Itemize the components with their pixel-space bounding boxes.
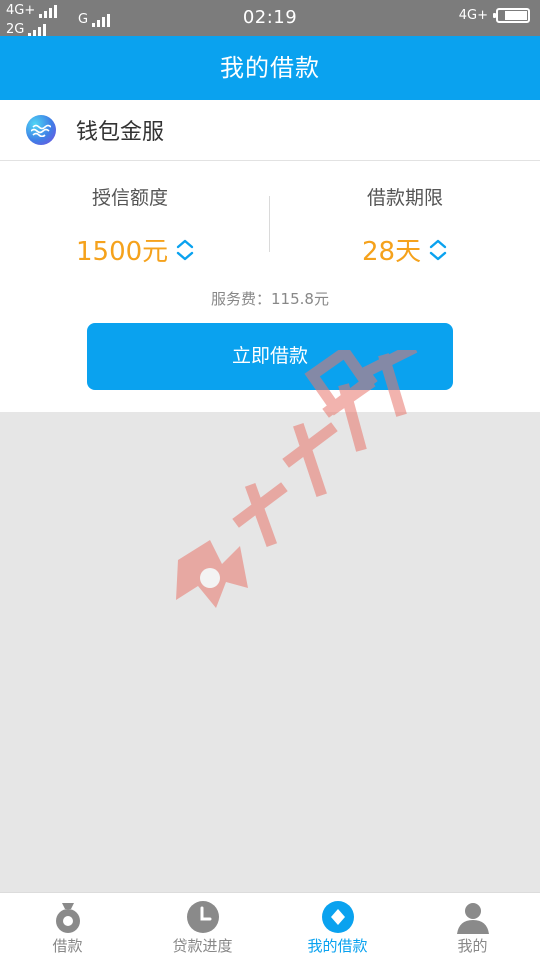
up-down-chevron-icon: [429, 239, 447, 260]
network-type-right: 4G+: [458, 8, 488, 23]
tab-loan-progress[interactable]: 贷款进度: [135, 893, 270, 960]
provider-row: 钱包金服: [0, 100, 540, 161]
service-fee-text: 服务费：115.8元: [211, 290, 329, 308]
page-title: 我的借款: [0, 36, 540, 100]
tab-label: 贷款进度: [172, 937, 233, 955]
status-right: 4G+: [459, 8, 530, 23]
user-icon: [456, 903, 489, 934]
provider-name: 钱包金服: [76, 120, 165, 145]
clock-icon: [186, 901, 219, 933]
credit-amount-selector[interactable]: 1500元: [76, 231, 196, 268]
tab-my-loans[interactable]: 我的借款: [270, 893, 405, 960]
credit-label: 授信额度: [91, 187, 168, 209]
wave-logo-icon: [26, 115, 56, 145]
term-selector[interactable]: 28天: [362, 231, 449, 268]
tab-label: 我的借款: [307, 937, 368, 955]
term-label: 借款期限: [366, 187, 443, 209]
money-bag-icon: [55, 903, 80, 933]
tab-borrow[interactable]: 借款: [0, 893, 135, 960]
term-value: 28天: [362, 237, 422, 267]
credit-value: 1500元: [76, 237, 169, 267]
tab-label: 借款: [52, 937, 83, 955]
tab-label: 我的: [457, 937, 488, 955]
status-bar: 4G+ 2G G 02:19 4G+: [0, 0, 540, 37]
up-down-chevron-icon: [176, 239, 194, 260]
borrow-now-button[interactable]: 立即借款: [87, 323, 453, 390]
bottom-tab-bar: 借款 贷款进度 我的借款 我的: [0, 892, 540, 960]
diamond-icon: [321, 901, 354, 933]
loan-panel: 授信额度 1500元 借款期限 28天 服务费：115.8元 立即借款: [0, 161, 540, 412]
battery-icon: [493, 8, 530, 23]
tab-me[interactable]: 我的: [405, 893, 540, 960]
